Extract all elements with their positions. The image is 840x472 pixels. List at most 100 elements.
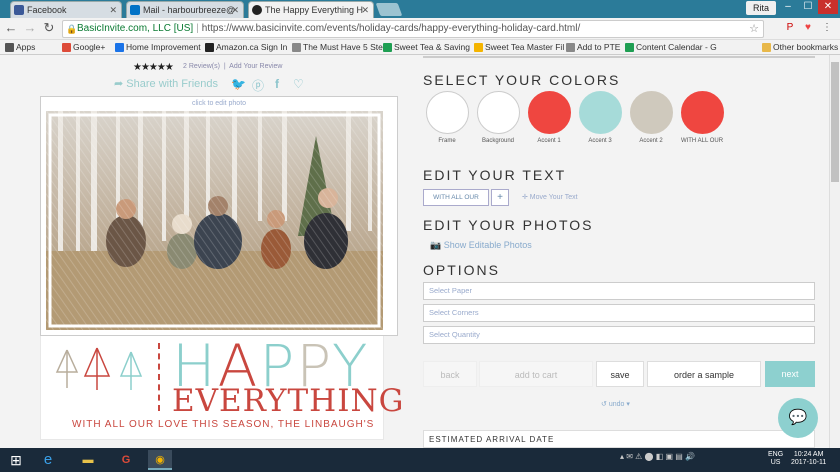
user-profile-button[interactable]: Rita [746,1,776,15]
menu-icon[interactable]: ⋮ [820,21,834,35]
swatch-label: Accent 1 [537,138,561,144]
bookmark-label: Add to PTE [577,42,621,52]
swatch-frame[interactable] [426,91,469,134]
family-photo[interactable] [46,111,383,330]
pinterest-extension-icon[interactable]: P [783,21,797,35]
reviews-links: 2 Review(s) | Add Your Review [183,63,283,70]
sheets-icon [383,43,392,52]
share-with-friends[interactable]: ➦ Share with Friends [114,77,218,90]
extension-heart-icon[interactable]: ♥ [801,21,815,35]
tab-title: The Happy Everything H [265,5,364,15]
system-tray-icons[interactable]: ▴ ✉ ⚠ ⬤ ◧ ▣ ▤ 🔊 [620,452,695,461]
tab-bar: Facebook ✕ Mail - harbourbreeze@ ✕ The H… [0,0,840,18]
bookmark-must-have[interactable]: The Must Have 5 Ste [292,41,383,54]
bookmark-label: Home Improvement [126,42,201,52]
maximize-icon[interactable]: ☐ [798,0,818,14]
bookmark-apps[interactable]: Apps [5,41,35,54]
edit-photo-link[interactable]: click to edit photo [40,100,398,107]
select-quantity[interactable]: Select Quantity [423,326,815,344]
undo-label: undo [608,401,625,408]
close-tab-icon[interactable]: ✕ [231,2,239,18]
bookmark-sweet-tea-saving[interactable]: Sweet Tea & Saving [383,41,470,54]
heart-icon[interactable]: ♡ [293,77,304,91]
select-corners[interactable]: Select Corners [423,304,815,322]
page-icon [292,43,301,52]
scrollbar-thumb[interactable] [831,62,839,182]
bookmark-add-to-pte[interactable]: Add to PTE [566,41,620,54]
input-language[interactable]: ENG US [768,451,783,467]
back-button[interactable]: back [423,361,477,387]
bookmark-star-icon[interactable]: ☆ [749,21,759,37]
clock-time: 10:24 AM [793,451,824,458]
share-icon: ➦ [114,78,127,90]
swatch-accent-1[interactable] [528,91,571,134]
add-to-cart-button[interactable]: add to cart [479,361,593,387]
system-clock[interactable]: 10:24 AM 2017-10-11 [791,451,826,467]
swatch-accent-3[interactable] [579,91,622,134]
bookmark-google-plus[interactable]: Google+ [62,41,105,54]
windows-start-icon[interactable]: ⊞ [4,450,28,470]
site-identity[interactable]: BasicInvite.com, LLC [US] [77,23,193,34]
facebook-icon [14,5,24,15]
bookmark-label: The Must Have 5 Ste [303,42,383,52]
rating-stars: ★★★★★ [133,62,174,73]
bookmark-content-calendar[interactable]: Content Calendar - G [625,41,717,54]
edit-text-heading: EDIT YOUR TEXT [423,167,567,183]
text-line-button[interactable]: WITH ALL OUR [423,189,489,206]
move-text-link[interactable]: ✛ Move Your Text [522,193,578,201]
new-tab-button[interactable] [375,3,403,16]
basicinvite-icon [252,5,262,15]
next-button[interactable]: next [765,361,815,387]
chrome-taskbar-icon[interactable]: ◉ [148,450,172,470]
reload-icon[interactable]: ↻ [41,20,57,36]
order-sample-button[interactable]: order a sample [647,361,761,387]
card-headline-everything[interactable]: EVERYTHING [172,386,404,417]
facebook-share-icon[interactable]: f [275,77,279,91]
add-text-button[interactable]: + [491,189,509,206]
options-heading: OPTIONS [423,262,501,278]
bookmark-other[interactable]: Other bookmarks [762,41,838,54]
save-button[interactable]: save [596,361,644,387]
select-colors-heading: SELECT YOUR COLORS [423,72,621,88]
tab-happy-everything[interactable]: The Happy Everything H ✕ [248,1,374,18]
divider [423,56,815,58]
bookmark-label: Other bookmarks [773,42,839,52]
select-paper[interactable]: Select Paper [423,282,815,300]
swatch-with-all-our[interactable] [681,91,724,134]
minimize-icon[interactable]: – [778,0,798,14]
close-window-icon[interactable]: ✕ [818,0,838,14]
bookmark-label: Sweet Tea & Saving [394,42,470,52]
bookmark-label: Sweet Tea Master Fil [485,42,565,52]
tab-facebook[interactable]: Facebook ✕ [10,1,122,18]
windows-taskbar: ⊞ e ▬ G ◉ ▴ ✉ ⚠ ⬤ ◧ ▣ ▤ 🔊 ENG US 10:24 AM… [0,448,840,472]
amazon-icon [205,43,214,52]
back-icon[interactable]: ← [3,20,19,36]
estimated-arrival-section[interactable]: ESTIMATED ARRIVAL DATE [423,430,815,448]
swatch-label: Frame [438,138,456,144]
forward-icon[interactable]: → [22,20,38,36]
internet-explorer-icon[interactable]: e [36,450,60,470]
card-tagline[interactable]: WITH ALL OUR LOVE THIS SEASON, THE LINBA… [72,419,374,430]
swatch-accent-2[interactable] [630,91,673,134]
tab-mail[interactable]: Mail - harbourbreeze@ ✕ [126,1,244,18]
file-explorer-icon[interactable]: ▬ [76,450,100,470]
bookmark-amazon[interactable]: Amazon.ca Sign In [205,41,287,54]
bookmark-home-improvement[interactable]: Home Improvement [115,41,201,54]
lock-icon: 🔒 [66,24,78,34]
close-tab-icon[interactable]: ✕ [361,2,369,18]
twitter-icon[interactable]: 🐦 [231,77,246,91]
reviews-link[interactable]: 2 Review(s) [183,63,220,70]
close-tab-icon[interactable]: ✕ [109,2,117,18]
swatch-background[interactable] [477,91,520,134]
address-bar[interactable]: 🔒 BasicInvite.com, LLC [US] | https://www.… [62,20,764,38]
chat-icon[interactable]: 💬 [778,398,818,438]
bookmark-sweet-tea-master[interactable]: Sweet Tea Master Fil [474,41,564,54]
tab-title: Facebook [27,5,67,15]
google-plus-taskbar-icon[interactable]: G [114,450,138,470]
pinterest-icon[interactable]: ⓟ [252,77,264,94]
add-review-link[interactable]: Add Your Review [229,63,282,70]
undo-button[interactable]: ↺ undo ▾ [601,400,630,408]
show-editable-photos-link[interactable]: 📷 Show Editable Photos [430,240,532,251]
folder-icon [762,43,771,52]
caret-down-icon: ▾ [624,401,630,408]
